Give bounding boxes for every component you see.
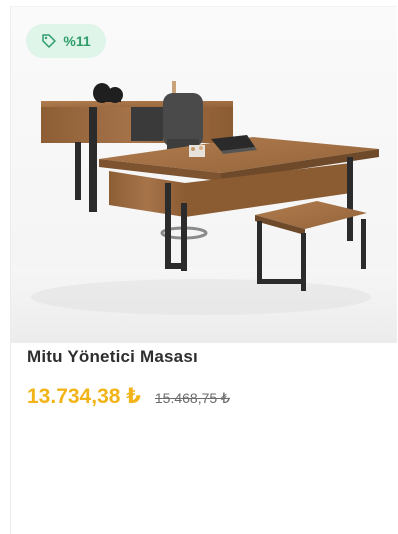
product-title[interactable]: Mitu Yönetici Masası (27, 347, 198, 367)
discount-badge: %11 (26, 24, 106, 58)
product-card[interactable]: %11 Mitu Yönetici Masası 13.734,38 ₺ 15.… (10, 6, 397, 534)
price-tag-icon (42, 34, 57, 48)
discount-text: %11 (63, 33, 91, 49)
price-row: 13.734,38 ₺ 15.468,75 ₺ (27, 384, 230, 409)
old-price: 15.468,75 ₺ (154, 390, 230, 406)
product-image[interactable]: %11 (11, 7, 397, 343)
current-price: 13.734,38 ₺ (27, 385, 141, 408)
